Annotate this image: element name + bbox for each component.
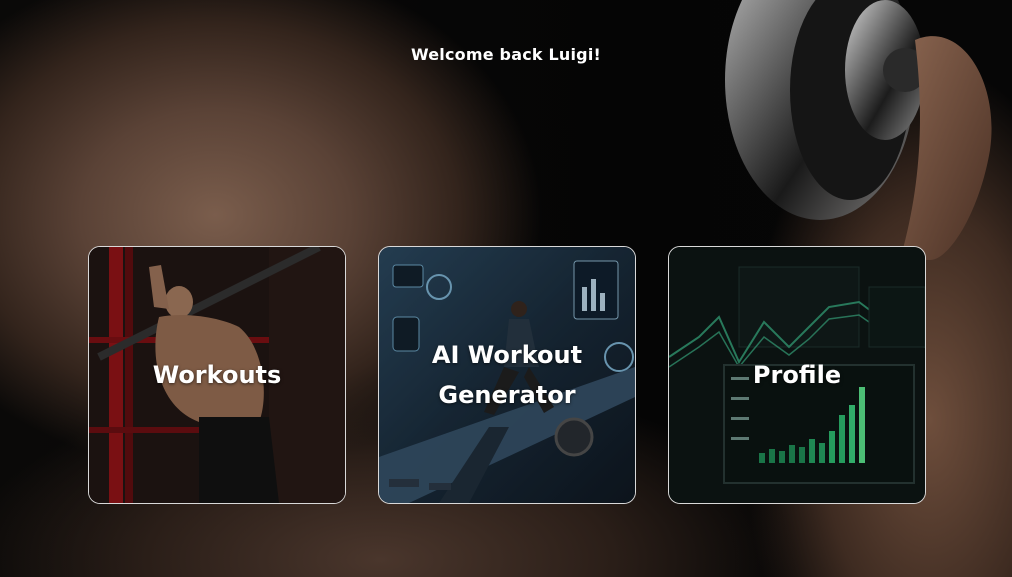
ai-workout-generator-card-label: AI Workout Generator bbox=[431, 341, 583, 409]
welcome-greeting: Welcome back Luigi! bbox=[410, 45, 602, 64]
profile-card-label: Profile bbox=[752, 361, 842, 389]
workouts-card[interactable]: Workouts bbox=[88, 246, 346, 504]
dumbbell-background-image bbox=[725, 0, 992, 260]
home-screen: Welcome back Luigi! Workouts AI Workout … bbox=[0, 0, 1012, 577]
profile-card[interactable]: Profile bbox=[668, 246, 926, 504]
workouts-card-label: Workouts bbox=[152, 361, 282, 389]
ai-workout-generator-card[interactable]: AI Workout Generator bbox=[378, 246, 636, 504]
